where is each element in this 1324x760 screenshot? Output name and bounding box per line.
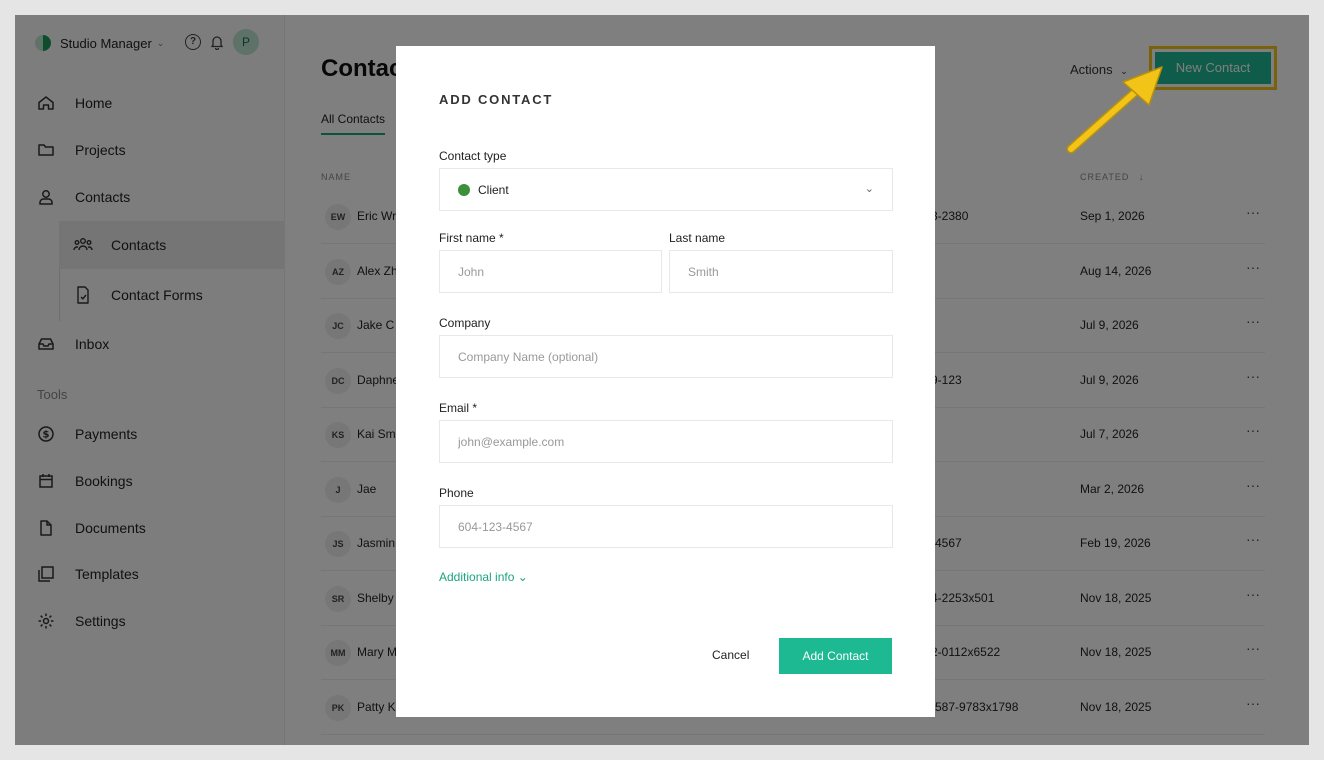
first-name-field[interactable] xyxy=(439,250,662,293)
contact-type-label: Contact type xyxy=(439,149,507,163)
phone-field[interactable] xyxy=(439,505,893,548)
email-label: Email * xyxy=(439,401,478,415)
contact-type-select[interactable]: Client ⌄ xyxy=(439,168,893,211)
email-field[interactable] xyxy=(439,420,893,463)
add-contact-button[interactable]: Add Contact xyxy=(779,638,892,674)
add-contact-modal: ADD CONTACT Contact type Client ⌄ First … xyxy=(396,46,935,717)
company-field[interactable] xyxy=(439,335,893,378)
company-label: Company xyxy=(439,316,491,330)
cancel-button[interactable]: Cancel xyxy=(712,648,749,662)
client-status-dot xyxy=(458,183,470,196)
first-name-label: First name * xyxy=(439,231,504,245)
contact-type-value: Client xyxy=(478,182,509,197)
chevron-down-icon: ⌄ xyxy=(864,183,874,195)
last-name-field[interactable] xyxy=(669,250,893,293)
phone-label: Phone xyxy=(439,486,474,500)
additional-info-toggle[interactable]: Additional info ⌄ xyxy=(439,570,528,584)
modal-title: ADD CONTACT xyxy=(439,92,554,107)
last-name-label: Last name xyxy=(669,231,726,245)
app-window: Studio Manager ⌄ ? P Home Projects Conta… xyxy=(15,15,1309,745)
